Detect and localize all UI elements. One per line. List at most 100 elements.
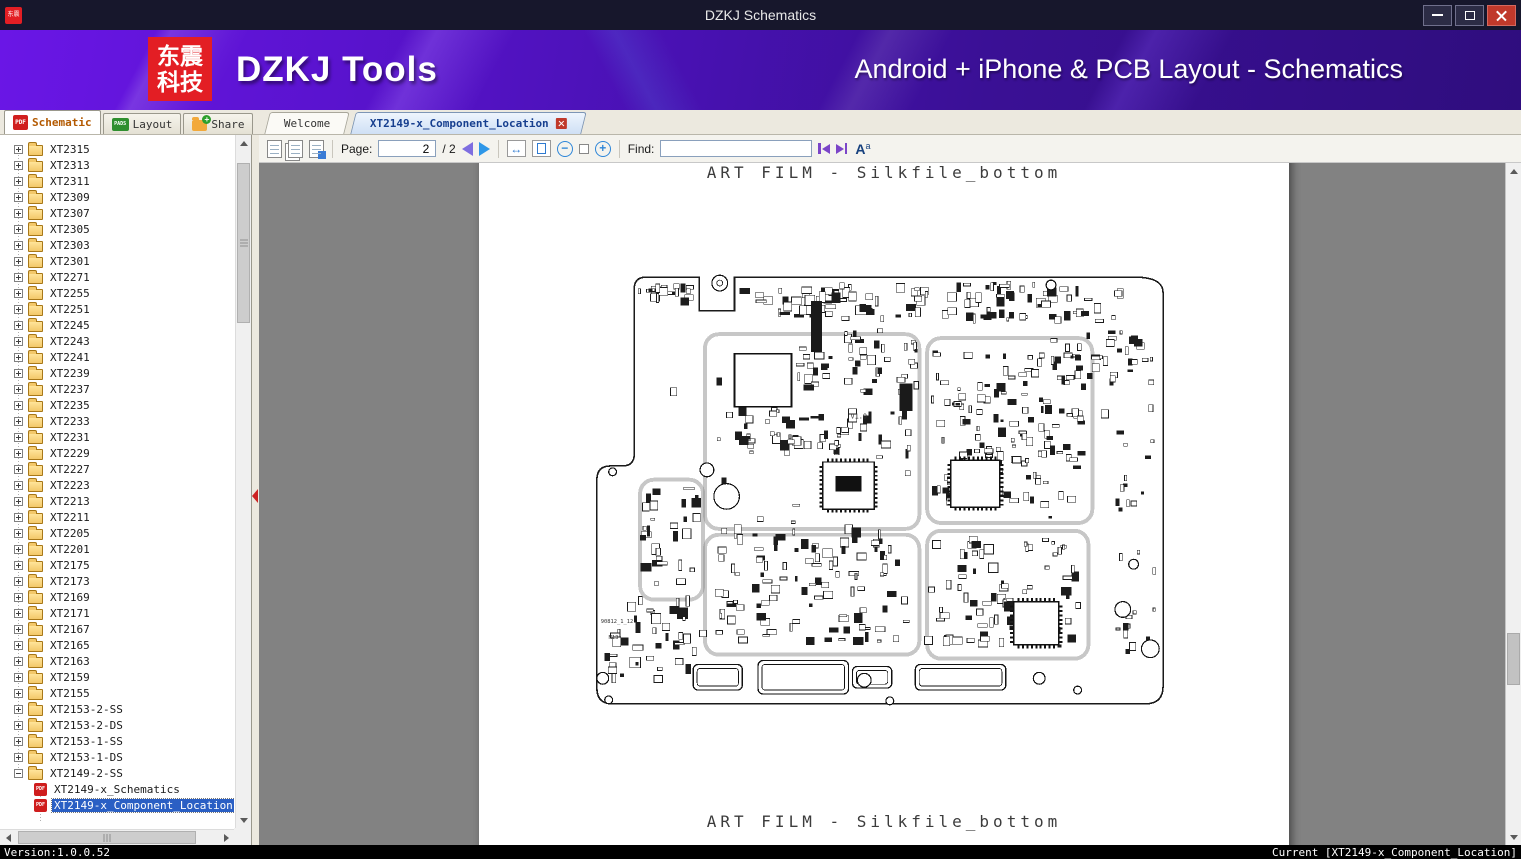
doc-tab-component-location[interactable]: XT2149-x_Component_Location bbox=[350, 112, 587, 134]
collapse-icon[interactable] bbox=[14, 768, 23, 778]
expand-icon[interactable] bbox=[14, 752, 23, 762]
tree-folder-XT2155[interactable]: XT2155 bbox=[0, 685, 234, 701]
pdf-viewer[interactable]: ART FILM - Silkfile_bottom V1.0 90812_1_1… bbox=[259, 163, 1521, 845]
tree-folder-XT2223[interactable]: XT2223 bbox=[0, 477, 234, 493]
viewer-vertical-scrollbar[interactable] bbox=[1505, 163, 1521, 845]
expand-icon[interactable] bbox=[14, 496, 23, 506]
expand-icon[interactable] bbox=[14, 448, 23, 458]
tree-folder-XT2163[interactable]: XT2163 bbox=[0, 653, 234, 669]
expand-icon[interactable] bbox=[14, 208, 23, 218]
sidebar-vertical-scrollbar[interactable] bbox=[235, 135, 251, 828]
snapshot-icon[interactable] bbox=[309, 139, 326, 159]
find-next-button[interactable] bbox=[835, 143, 848, 154]
expand-icon[interactable] bbox=[14, 272, 23, 282]
scroll-up-button[interactable] bbox=[1506, 163, 1521, 179]
copy-page-icon[interactable] bbox=[288, 139, 303, 158]
fit-page-button[interactable] bbox=[531, 140, 551, 157]
tree-folder-XT2149-2-SS[interactable]: XT2149-2-SS bbox=[0, 765, 234, 781]
expand-icon[interactable] bbox=[14, 304, 23, 314]
find-input[interactable] bbox=[660, 140, 813, 157]
tree-folder-XT2211[interactable]: XT2211 bbox=[0, 509, 234, 525]
close-tab-icon[interactable] bbox=[555, 118, 567, 129]
tree-folder-XT2231[interactable]: XT2231 bbox=[0, 429, 234, 445]
expand-icon[interactable] bbox=[14, 608, 23, 618]
tree-folder-XT2175[interactable]: XT2175 bbox=[0, 557, 234, 573]
expand-icon[interactable] bbox=[14, 560, 23, 570]
tree-folder-XT2153-2-DS[interactable]: XT2153-2-DS bbox=[0, 717, 234, 733]
zoom-out-button[interactable]: − bbox=[556, 140, 573, 157]
expand-icon[interactable] bbox=[14, 384, 23, 394]
tree-folder-XT2303[interactable]: XT2303 bbox=[0, 237, 234, 253]
tree-folder-XT2229[interactable]: XT2229 bbox=[0, 445, 234, 461]
expand-icon[interactable] bbox=[14, 736, 23, 746]
tree-folder-XT2311[interactable]: XT2311 bbox=[0, 173, 234, 189]
tree-folder-XT2169[interactable]: XT2169 bbox=[0, 589, 234, 605]
tree-folder-XT2313[interactable]: XT2313 bbox=[0, 157, 234, 173]
tree-folder-XT2305[interactable]: XT2305 bbox=[0, 221, 234, 237]
expand-icon[interactable] bbox=[14, 688, 23, 698]
tree-folder-XT2227[interactable]: XT2227 bbox=[0, 461, 234, 477]
expand-icon[interactable] bbox=[14, 192, 23, 202]
expand-icon[interactable] bbox=[14, 176, 23, 186]
expand-icon[interactable] bbox=[14, 528, 23, 538]
tree-folder-XT2237[interactable]: XT2237 bbox=[0, 381, 234, 397]
tree-document-XT2149-x_Schematics[interactable]: PDF XT2149-x_Schematics bbox=[0, 781, 234, 797]
expand-icon[interactable] bbox=[14, 256, 23, 266]
scrollbar-track[interactable] bbox=[16, 830, 218, 845]
tree-folder-XT2243[interactable]: XT2243 bbox=[0, 333, 234, 349]
expand-icon[interactable] bbox=[14, 464, 23, 474]
tab-share[interactable]: + Share bbox=[183, 113, 254, 134]
expand-icon[interactable] bbox=[14, 512, 23, 522]
doc-tab-welcome[interactable]: Welcome bbox=[264, 112, 351, 134]
scroll-left-button[interactable] bbox=[0, 829, 16, 845]
tree-folder-XT2245[interactable]: XT2245 bbox=[0, 317, 234, 333]
tree-folder-XT2165[interactable]: XT2165 bbox=[0, 637, 234, 653]
tab-schematic[interactable]: PDF Schematic bbox=[4, 110, 101, 134]
tree-folder-XT2201[interactable]: XT2201 bbox=[0, 541, 234, 557]
tree-folder-XT2213[interactable]: XT2213 bbox=[0, 493, 234, 509]
expand-icon[interactable] bbox=[14, 352, 23, 362]
expand-icon[interactable] bbox=[14, 656, 23, 666]
previous-page-button[interactable] bbox=[461, 141, 473, 156]
expand-icon[interactable] bbox=[14, 704, 23, 714]
expand-icon[interactable] bbox=[14, 672, 23, 682]
tree-document-XT2149-x_Component_Location[interactable]: PDF XT2149-x_Component_Location bbox=[0, 797, 234, 813]
expand-icon[interactable] bbox=[14, 400, 23, 410]
scrollbar-thumb[interactable] bbox=[18, 831, 196, 844]
expand-icon[interactable] bbox=[14, 240, 23, 250]
sidebar-horizontal-scrollbar[interactable] bbox=[0, 829, 234, 845]
expand-icon[interactable] bbox=[14, 640, 23, 650]
collapse-sidebar-icon[interactable] bbox=[252, 489, 258, 503]
fit-width-button[interactable]: ↔ bbox=[506, 140, 526, 157]
tree-folder-XT2307[interactable]: XT2307 bbox=[0, 205, 234, 221]
splitter[interactable] bbox=[252, 135, 259, 845]
maximize-button[interactable] bbox=[1455, 4, 1484, 26]
tree-folder-XT2309[interactable]: XT2309 bbox=[0, 189, 234, 205]
tree-folder-XT2233[interactable]: XT2233 bbox=[0, 413, 234, 429]
tree-folder-XT2301[interactable]: XT2301 bbox=[0, 253, 234, 269]
scroll-down-button[interactable] bbox=[1506, 829, 1521, 845]
tree-folder-XT2167[interactable]: XT2167 bbox=[0, 621, 234, 637]
tab-layout[interactable]: PADS Layout bbox=[102, 113, 182, 134]
zoom-level-box[interactable] bbox=[578, 143, 589, 154]
close-button[interactable] bbox=[1487, 4, 1516, 26]
expand-icon[interactable] bbox=[14, 368, 23, 378]
expand-icon[interactable] bbox=[14, 416, 23, 426]
expand-icon[interactable] bbox=[14, 432, 23, 442]
expand-icon[interactable] bbox=[14, 576, 23, 586]
scrollbar-thumb[interactable] bbox=[237, 163, 250, 323]
page-number-input[interactable] bbox=[378, 140, 437, 157]
expand-icon[interactable] bbox=[14, 544, 23, 554]
tree-folder-XT2153-1-DS[interactable]: XT2153-1-DS bbox=[0, 749, 234, 765]
zoom-in-button[interactable]: + bbox=[594, 140, 611, 157]
minimize-button[interactable] bbox=[1423, 4, 1452, 26]
tree-folder-XT2173[interactable]: XT2173 bbox=[0, 573, 234, 589]
expand-icon[interactable] bbox=[14, 480, 23, 490]
expand-icon[interactable] bbox=[14, 592, 23, 602]
tree-folder-XT2239[interactable]: XT2239 bbox=[0, 365, 234, 381]
expand-icon[interactable] bbox=[14, 720, 23, 730]
tree-folder-XT2159[interactable]: XT2159 bbox=[0, 669, 234, 685]
tree-folder-XT2205[interactable]: XT2205 bbox=[0, 525, 234, 541]
tree-folder-XT2153-2-SS[interactable]: XT2153-2-SS bbox=[0, 701, 234, 717]
tree-folder-XT2235[interactable]: XT2235 bbox=[0, 397, 234, 413]
